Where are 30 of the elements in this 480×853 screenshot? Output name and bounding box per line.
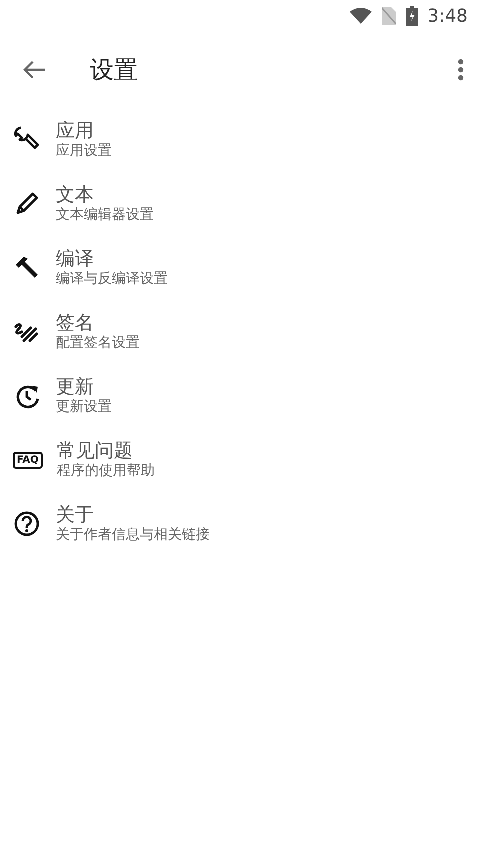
item-subtitle: 关于作者信息与相关链接 xyxy=(56,526,210,544)
settings-item[interactable]: 文本 文本编辑器设置 xyxy=(0,172,480,236)
settings-item[interactable]: FAQ 常见问题 程序的使用帮助 xyxy=(0,428,480,492)
battery-icon xyxy=(406,6,418,26)
item-subtitle: 配置签名设置 xyxy=(56,334,140,352)
item-title: 关于 xyxy=(56,504,95,527)
screen-title: 设置 xyxy=(90,55,138,86)
item-title: 签名 xyxy=(56,312,95,335)
item-title: 更新 xyxy=(56,376,95,399)
wifi-icon xyxy=(350,8,372,24)
faq-icon: FAQ xyxy=(13,452,43,468)
item-subtitle: 程序的使用帮助 xyxy=(56,462,155,480)
settings-item[interactable]: 签名 配置签名设置 xyxy=(0,300,480,364)
settings-item[interactable]: 编译 编译与反编译设置 xyxy=(0,236,480,300)
settings-item[interactable]: 关于 关于作者信息与相关链接 xyxy=(0,492,480,556)
item-subtitle: 更新设置 xyxy=(56,398,112,416)
item-subtitle: 编译与反编译设置 xyxy=(56,270,168,288)
item-subtitle: 应用设置 xyxy=(56,142,112,160)
back-arrow-icon[interactable] xyxy=(22,60,46,80)
settings-item[interactable]: 应用 应用设置 xyxy=(0,108,480,172)
no-sim-icon xyxy=(382,7,396,25)
item-title: 常见问题 xyxy=(56,440,134,463)
item-title: 文本 xyxy=(56,184,95,207)
item-title: 应用 xyxy=(56,120,95,143)
settings-item[interactable]: 更新 更新设置 xyxy=(0,364,480,428)
more-options-icon[interactable] xyxy=(458,59,464,81)
clock-time: 3:48 xyxy=(428,4,468,28)
item-title: 编译 xyxy=(56,248,95,271)
item-subtitle: 文本编辑器设置 xyxy=(56,206,154,224)
help-icon xyxy=(12,509,42,539)
